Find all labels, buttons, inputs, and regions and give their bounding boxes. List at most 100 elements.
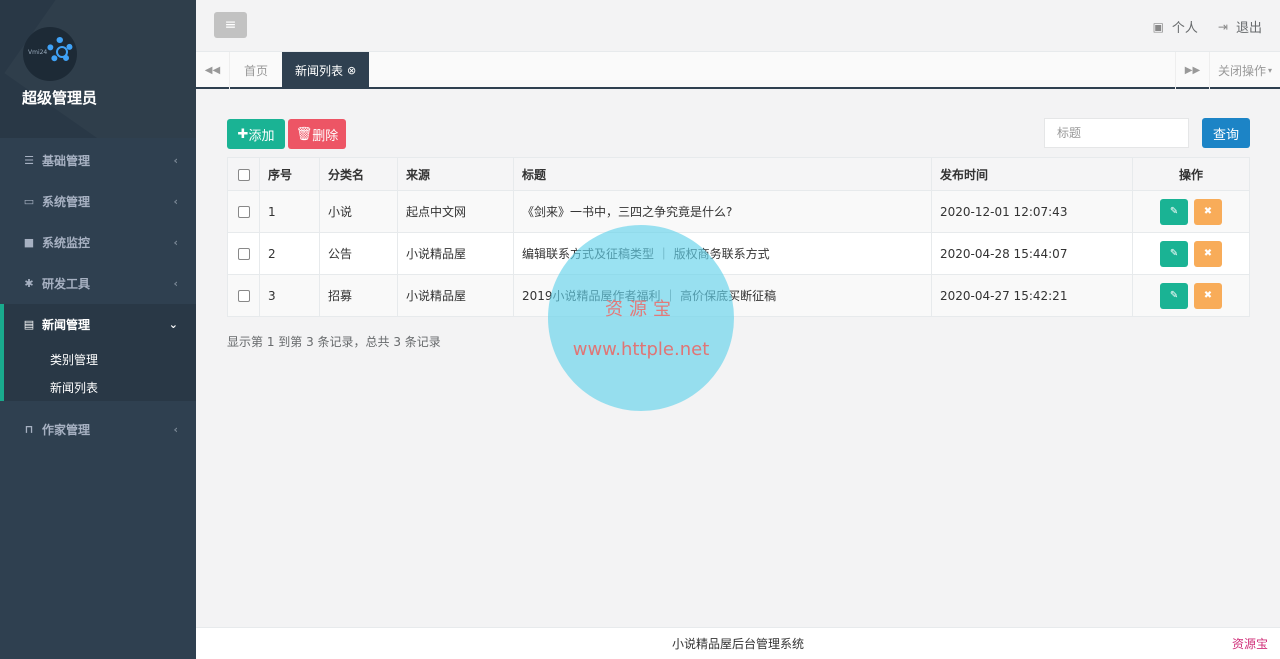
cell-actions: ✎ ✖ xyxy=(1132,232,1250,275)
sidebar-item-label: 系统监控 xyxy=(42,236,91,250)
chevron-left-icon: ‹ xyxy=(173,277,178,290)
delete-label: 删除 xyxy=(312,128,339,144)
logout-link[interactable]: ⇥ 退出 xyxy=(1217,17,1262,37)
remove-button[interactable]: ✖ xyxy=(1193,282,1222,309)
sidebar-subitem-news-list[interactable]: 新闻列表 xyxy=(4,373,196,401)
row-select-cell xyxy=(227,274,260,317)
personal-label: 个人 xyxy=(1171,21,1198,36)
watermark-text: 资源宝 xyxy=(605,299,677,320)
column-header[interactable]: 来源 xyxy=(397,157,514,191)
close-operations-dropdown[interactable]: 关闭操作 ▾ xyxy=(1209,52,1280,89)
trash-icon: 🗑 xyxy=(295,126,313,142)
sidebar-group-news: ▤ 新闻管理 ⌄ 类别管理 新闻列表 xyxy=(0,304,196,401)
column-header[interactable]: 发布时间 xyxy=(931,157,1133,191)
avatar[interactable]: Vmi24k xyxy=(23,27,77,81)
sidebar-item-label: 新闻管理 xyxy=(42,318,91,332)
tab-home[interactable]: 首页 xyxy=(231,52,281,89)
column-header[interactable]: 标题 xyxy=(513,157,932,191)
sidebar-item-label: 作家管理 xyxy=(42,423,91,437)
table-row: 1 小说 起点中文网 《剑来》一书中，三四之争究竟是什么? 2020-12-01… xyxy=(227,190,1250,233)
list-icon: ☰ xyxy=(24,154,34,167)
tabs-scroll-right-button[interactable]: ▶▶ xyxy=(1175,52,1209,89)
plus-icon: ✚ xyxy=(237,126,249,142)
select-all-checkbox[interactable] xyxy=(237,168,250,181)
sign-out-icon: ⇥ xyxy=(1217,19,1228,34)
tabs-scroll-left-button[interactable]: ◀◀ xyxy=(196,52,230,89)
cell-no: 3 xyxy=(259,274,320,317)
backward-icon: ◀◀ xyxy=(204,65,221,76)
sidebar-item-news[interactable]: ▤ 新闻管理 ⌄ xyxy=(4,304,196,345)
edit-button[interactable]: ✎ xyxy=(1160,282,1189,309)
pagination-info: 显示第 1 到第 3 条记录，总共 3 条记录 xyxy=(227,335,441,349)
sidebar-item-basic[interactable]: ☰ 基础管理 ‹ xyxy=(0,140,196,181)
tab-label: 新闻列表 xyxy=(295,64,344,78)
gear-icon: ✱ xyxy=(24,277,34,290)
cell-title: 《剑来》一书中，三四之争究竟是什么? xyxy=(513,190,932,233)
cell-time: 2020-12-01 12:07:43 xyxy=(931,190,1133,233)
column-header[interactable]: 序号 xyxy=(259,157,320,191)
row-checkbox[interactable] xyxy=(237,248,250,260)
chevron-left-icon: ‹ xyxy=(173,154,178,167)
table-row: 2 公告 小说精品屋 编辑联系方式及征稿类型 ｜ 版权商务联系方式 2020-0… xyxy=(227,232,1250,275)
close-tab-icon[interactable]: ⊗ xyxy=(347,64,356,77)
news-table: 序号 分类名 来源 标题 发布时间 操作 1 小说 起点中文网 《剑来》一书中，… xyxy=(227,157,1250,317)
sidebar-item-label: 研发工具 xyxy=(42,277,91,291)
add-button[interactable]: ✚ 添加 xyxy=(227,119,285,149)
edit-button[interactable]: ✎ xyxy=(1160,240,1189,267)
footer-brand: 资源宝 xyxy=(1231,637,1268,651)
cell-time: 2020-04-27 15:42:21 xyxy=(931,274,1133,317)
personal-link[interactable]: ▣ 个人 xyxy=(1153,17,1198,37)
tab-news-list[interactable]: 新闻列表 ⊗ xyxy=(282,52,370,89)
cell-source: 起点中文网 xyxy=(397,190,514,233)
top-right-links: ▣ 个人 ⇥ 退出 xyxy=(1153,17,1262,37)
video-icon: ■ xyxy=(23,236,35,249)
edit-icon: ✎ xyxy=(1169,248,1179,259)
cell-category: 招募 xyxy=(319,274,398,317)
top-navbar: ≡ ▣ 个人 ⇥ 退出 xyxy=(196,0,1280,52)
edit-icon: ✎ xyxy=(1169,290,1179,301)
logo-gear-icon xyxy=(47,37,73,63)
column-header: 操作 xyxy=(1132,157,1250,191)
footer: 小说精品屋后台管理系统 资源宝 xyxy=(196,627,1280,659)
chevron-left-icon: ‹ xyxy=(173,423,178,436)
edit-button[interactable]: ✎ xyxy=(1160,198,1189,225)
sidebar-item-monitor[interactable]: ■ 系统监控 ‹ xyxy=(0,222,196,263)
caret-down-icon: ▾ xyxy=(1268,66,1273,75)
edit-icon: ✎ xyxy=(1169,206,1179,217)
newspaper-icon: ▤ xyxy=(23,318,35,331)
column-header[interactable]: 分类名 xyxy=(319,157,398,191)
chevron-left-icon: ‹ xyxy=(173,236,178,249)
chevron-left-icon: ‹ xyxy=(173,195,178,208)
cell-no: 1 xyxy=(259,190,320,233)
sidebar-item-devtools[interactable]: ✱ 研发工具 ‹ xyxy=(0,263,196,304)
logout-label: 退出 xyxy=(1235,21,1262,36)
select-all-cell xyxy=(227,157,260,191)
title-search-input[interactable] xyxy=(1044,118,1189,148)
cell-source: 小说精品屋 xyxy=(397,232,514,275)
sidebar-item-system[interactable]: ▭ 系统管理 ‹ xyxy=(0,181,196,222)
tabs-bar: ◀◀ 首页 新闻列表 ⊗ ▶▶ 关闭操作 ▾ xyxy=(196,52,1280,89)
hamburger-icon: ≡ xyxy=(224,17,237,33)
menu-toggle-button[interactable]: ≡ xyxy=(214,12,247,38)
close-ops-label: 关闭操作 xyxy=(1217,64,1266,78)
delete-button[interactable]: 🗑 删除 xyxy=(288,119,346,149)
cell-source: 小说精品屋 xyxy=(397,274,514,317)
cell-time: 2020-04-28 15:44:07 xyxy=(931,232,1133,275)
close-icon: ✖ xyxy=(1203,248,1213,259)
remove-button[interactable]: ✖ xyxy=(1193,240,1222,267)
watermark-url: www.httple.net xyxy=(572,339,710,360)
cell-actions: ✎ ✖ xyxy=(1132,190,1250,233)
admin-name[interactable]: 超级管理员 xyxy=(22,87,97,108)
query-button[interactable]: 查询 xyxy=(1202,118,1250,148)
cell-actions: ✎ ✖ xyxy=(1132,274,1250,317)
row-checkbox[interactable] xyxy=(237,290,250,302)
row-checkbox[interactable] xyxy=(237,206,250,218)
profile-panel: Vmi24k 超级管理员 xyxy=(0,0,196,138)
sidebar-subitem-category[interactable]: 类别管理 xyxy=(4,345,196,373)
remove-button[interactable]: ✖ xyxy=(1193,198,1222,225)
chevron-down-icon: ⌄ xyxy=(168,318,178,331)
sidebar-item-label: 系统管理 xyxy=(42,195,91,209)
cell-no: 2 xyxy=(259,232,320,275)
sidebar-item-author[interactable]: ⊓ 作家管理 ‹ xyxy=(0,409,196,450)
cell-category: 小说 xyxy=(319,190,398,233)
